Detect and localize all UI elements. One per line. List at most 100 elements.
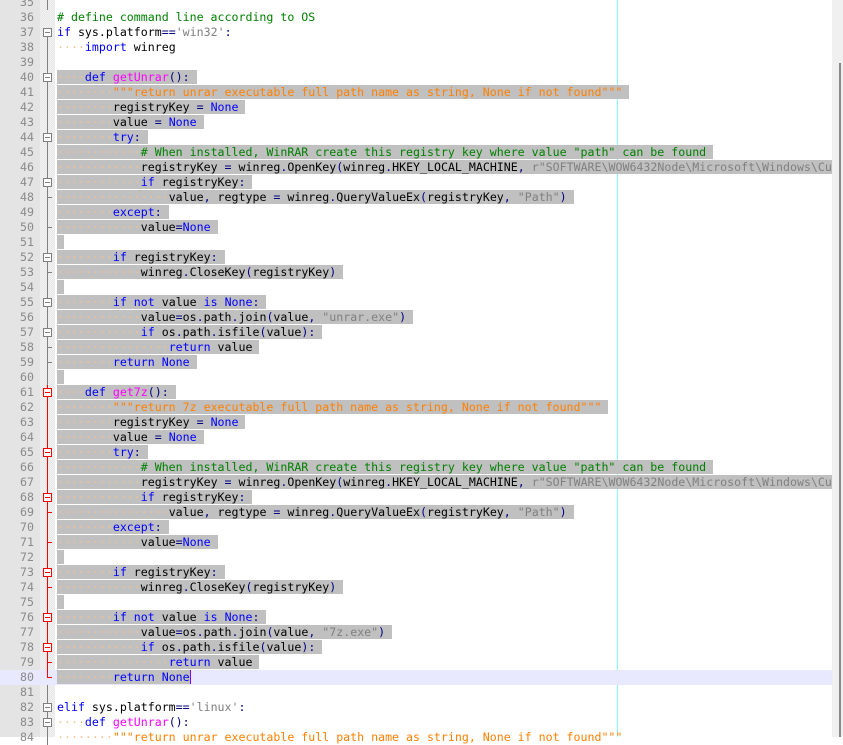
identifier-token: registryKey — [427, 190, 504, 204]
fold-line-icon — [40, 115, 55, 130]
code-text: ············if os.path.isfile(value): — [57, 325, 323, 340]
code-line[interactable]: 84 ········"""return unrar executable ful… — [0, 730, 832, 745]
fold-toggle-icon[interactable] — [40, 385, 55, 400]
code-line[interactable]: 58 ················return value — [0, 340, 832, 355]
fold-toggle-icon[interactable] — [40, 175, 55, 190]
code-text: ········try: — [57, 445, 148, 460]
fold-toggle-icon[interactable] — [40, 70, 55, 85]
keyword-token: if — [140, 490, 155, 504]
fold-toggle-icon[interactable] — [40, 295, 55, 310]
code-line[interactable]: 83 ····def getUnrar(): — [0, 715, 832, 730]
identifier-token: value — [168, 505, 204, 519]
line-number: 53 — [20, 265, 34, 279]
code-line[interactable]: 68 ············if registryKey: — [0, 490, 832, 505]
code-line[interactable]: 61 ····def get7z(): — [0, 385, 832, 400]
fold-line-icon — [40, 340, 55, 355]
code-line[interactable]: 60 — [0, 370, 832, 385]
line-number: 80 — [20, 670, 34, 684]
fold-line-icon — [40, 670, 55, 685]
code-text: # define command line according to OS — [57, 10, 315, 25]
code-line[interactable]: 49 ········except: — [0, 205, 832, 220]
line-number: 50 — [20, 220, 34, 234]
operator-token: : — [224, 25, 232, 39]
operator-token: . — [175, 640, 183, 654]
code-line[interactable]: 71 ············value=None — [0, 535, 832, 550]
code-line[interactable]: 64 ········value = None — [0, 430, 832, 445]
code-line[interactable]: 56 ············value=os.path.join(value, … — [0, 310, 832, 325]
code-line[interactable]: 47 ············if registryKey: — [0, 175, 832, 190]
code-line[interactable]: 45 ············# When installed, WinRAR c… — [0, 145, 832, 160]
fold-toggle-icon[interactable] — [40, 250, 55, 265]
fold-toggle-icon[interactable] — [40, 565, 55, 580]
code-line[interactable]: 82 elif sys.platform=='linux': — [0, 700, 832, 715]
selection-highlight: ············if os.path.isfile(value): — [57, 640, 323, 654]
operator-token: . — [210, 325, 218, 339]
whitespace-indent: ···· — [57, 40, 85, 54]
operator-token: : — [252, 295, 260, 309]
code-line[interactable]: 54 — [0, 280, 832, 295]
code-line[interactable]: 79 ················return value — [0, 655, 832, 670]
code-line[interactable]: 74 ············winreg.CloseKey(registryKe… — [0, 580, 832, 595]
operator-token: : — [154, 520, 162, 534]
scrollbar-thumb[interactable] — [839, 63, 841, 737]
code-line[interactable]: 48 ················value, regtype = winre… — [0, 190, 832, 205]
code-line[interactable]: 66 ············# When installed, WinRAR c… — [0, 460, 832, 475]
keyword-token: not — [133, 295, 155, 309]
code-line[interactable]: 65 ········try: — [0, 445, 832, 460]
code-line[interactable]: 39 — [0, 55, 832, 70]
operator-token: : — [210, 250, 218, 264]
fold-toggle-icon[interactable] — [40, 130, 55, 145]
code-line[interactable]: 67 ············registryKey = winreg.OpenK… — [0, 475, 839, 490]
identifier-token: value — [112, 115, 155, 129]
code-line[interactable]: 69 ················value, regtype = winre… — [0, 505, 832, 520]
identifier-token — [106, 385, 113, 399]
code-line[interactable]: 53 ············winreg.CloseKey(registryKe… — [0, 265, 832, 280]
code-line[interactable]: 78 ············if os.path.isfile(value): — [0, 640, 832, 655]
code-line[interactable]: 51 — [0, 235, 832, 250]
code-line[interactable]: 59 ········return None — [0, 355, 832, 370]
code-line[interactable]: 50 ············value=None — [0, 220, 832, 235]
fold-toggle-icon[interactable] — [40, 25, 55, 40]
line-number: 42 — [20, 100, 34, 114]
code-line[interactable]: 46 ············registryKey = winreg.OpenK… — [0, 160, 839, 175]
code-line[interactable]: 70 ········except: — [0, 520, 832, 535]
fold-toggle-icon[interactable] — [40, 640, 55, 655]
code-line[interactable]: 77 ············value=os.path.join(value, … — [0, 625, 832, 640]
code-line[interactable]: 41 ········"""return unrar executable ful… — [0, 85, 832, 100]
vertical-scrollbar[interactable] — [832, 0, 843, 737]
code-line[interactable]: 35 — [0, 0, 832, 10]
code-line[interactable]: 43 ········value = None — [0, 115, 832, 130]
identifier-token: value — [266, 325, 302, 339]
code-line[interactable]: 52 ········if registryKey: — [0, 250, 832, 265]
keyword-token: not — [133, 610, 155, 624]
code-line[interactable]: 76 ········if not value is None: — [0, 610, 832, 625]
code-line[interactable]: 75 — [0, 595, 832, 610]
keyword-token: except — [112, 205, 155, 219]
operator-token: , — [203, 190, 211, 204]
whitespace-indent: ········ — [57, 415, 113, 429]
identifier-token: HKEY_LOCAL_MACHINE — [392, 160, 518, 174]
code-line[interactable]: 40 ····def getUnrar(): — [0, 70, 832, 85]
code-line[interactable]: 63 ········registryKey = None — [0, 415, 832, 430]
code-line[interactable]: 62 ········"""return 7z executable full p… — [0, 400, 832, 415]
code-editor[interactable]: 35 36 # define command line according to O… — [0, 0, 839, 745]
code-line[interactable]: 55 ········if not value is None: — [0, 295, 832, 310]
code-line[interactable]: 57 ············if os.path.isfile(value): — [0, 325, 832, 340]
fold-toggle-icon[interactable] — [40, 610, 55, 625]
code-line[interactable]: 72 — [0, 550, 832, 565]
code-line[interactable]: 42 ········registryKey = None — [0, 100, 832, 115]
fold-toggle-icon[interactable] — [40, 490, 55, 505]
fold-toggle-icon[interactable] — [40, 700, 55, 715]
identifier-token: value — [168, 190, 204, 204]
code-line[interactable]: 36 # define command line according to OS — [0, 10, 832, 25]
code-line[interactable]: 80 ········return None — [0, 670, 832, 685]
fold-toggle-icon[interactable] — [40, 715, 55, 730]
line-number: 57 — [20, 325, 34, 339]
code-line[interactable]: 73 ········if registryKey: — [0, 565, 832, 580]
code-line[interactable]: 44 ········try: — [0, 130, 832, 145]
code-line[interactable]: 37 if sys.platform=='win32': — [0, 25, 832, 40]
fold-toggle-icon[interactable] — [40, 325, 55, 340]
code-line[interactable]: 81 — [0, 685, 832, 700]
fold-toggle-icon[interactable] — [40, 445, 55, 460]
code-line[interactable]: 38 ····import winreg — [0, 40, 832, 55]
